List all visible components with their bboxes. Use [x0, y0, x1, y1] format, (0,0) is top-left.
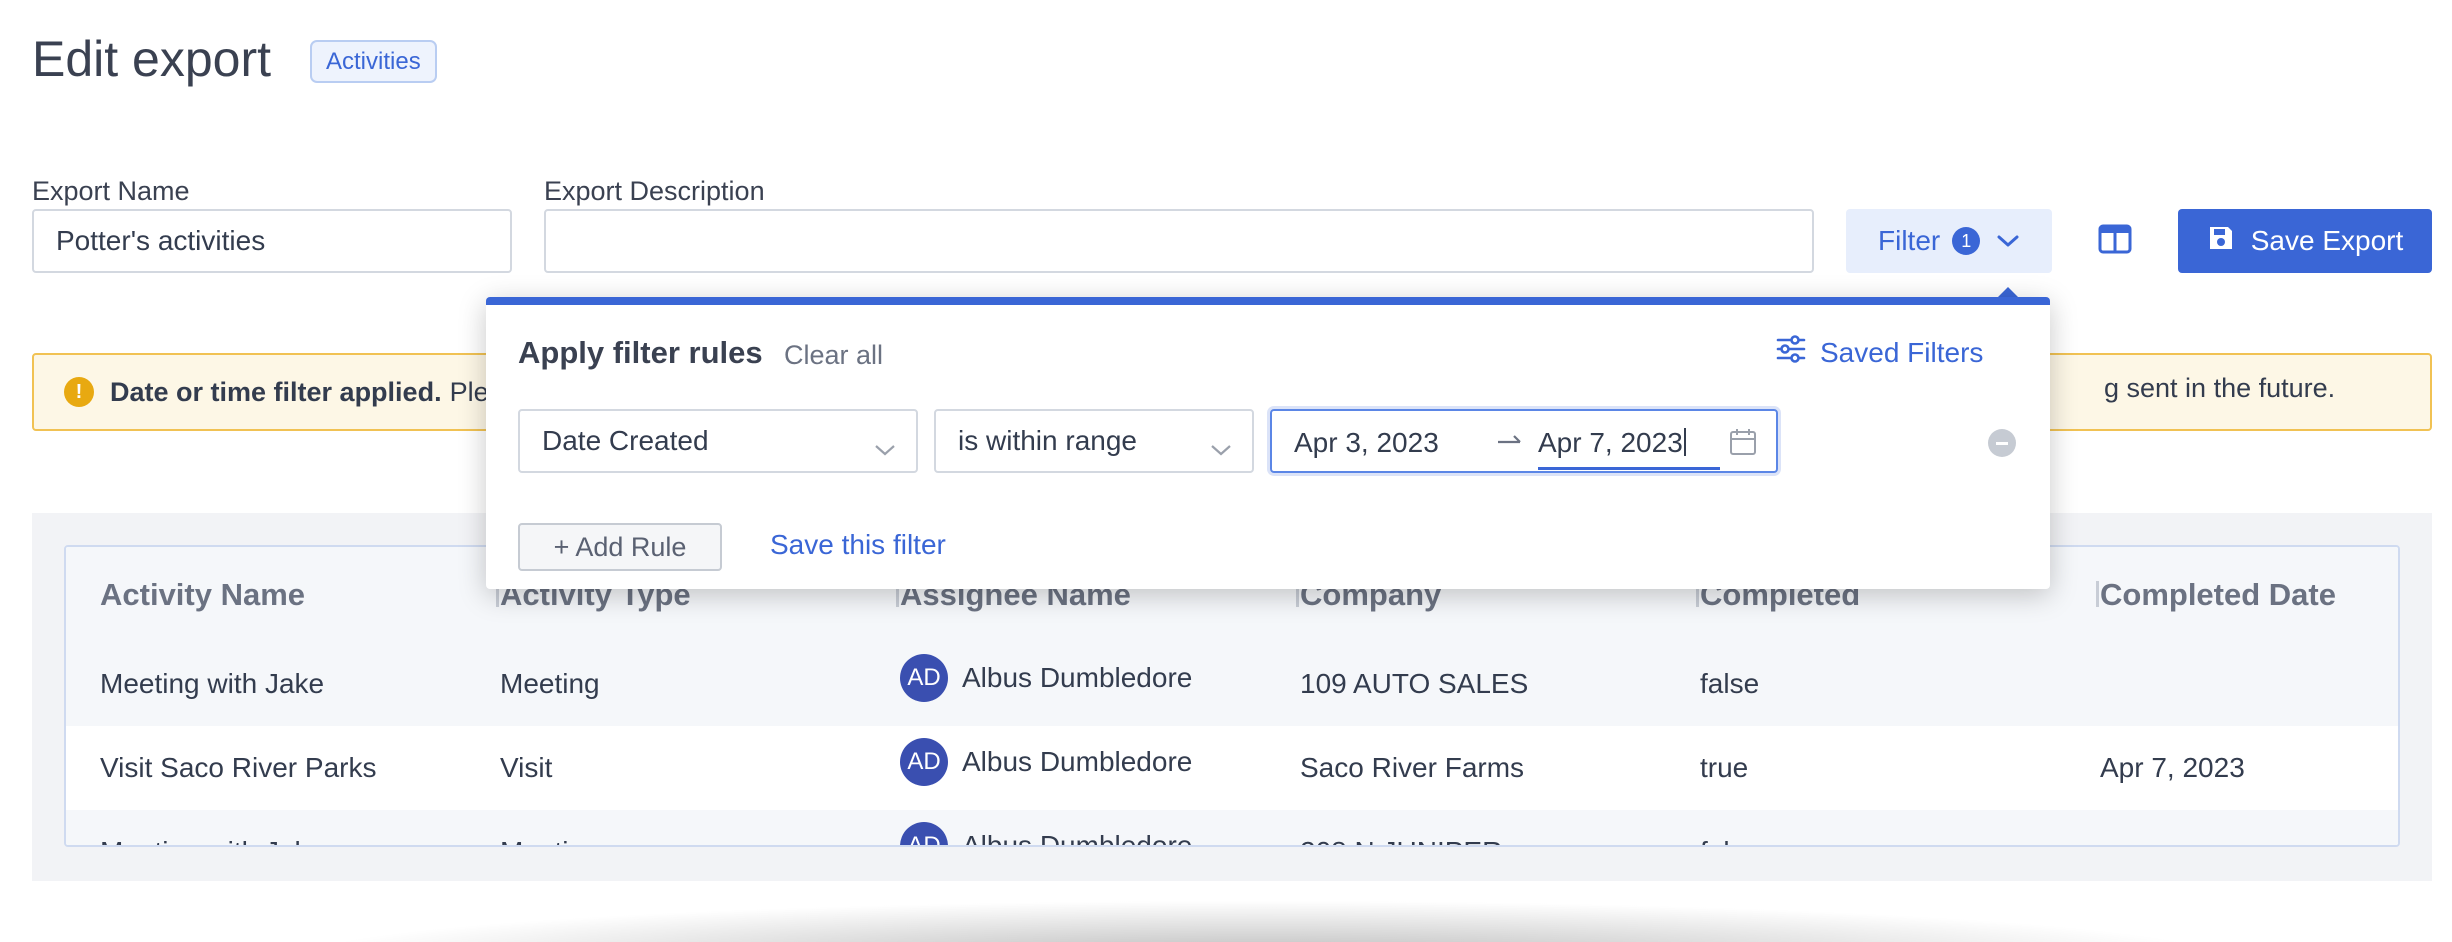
- cell-assignee: AD Albus Dumbledore: [900, 738, 1192, 786]
- chevron-down-icon: [874, 433, 896, 465]
- table-row[interactable]: Visit Saco River Parks Visit AD Albus Du…: [66, 726, 2398, 810]
- cell-completed-date: Apr 7, 2023: [2100, 752, 2245, 783]
- cell-assignee: AD Albus Dumbledore: [900, 654, 1192, 702]
- sliders-icon: [1776, 335, 1806, 370]
- cell-activity-type: Meeting: [500, 668, 600, 699]
- range-end-value: Apr 7, 2023: [1538, 427, 1683, 458]
- rule-operator-value: is within range: [958, 425, 1137, 456]
- avatar: AD: [900, 738, 948, 786]
- arrow-right-icon: [1496, 425, 1524, 462]
- saved-filters-label: Saved Filters: [1820, 336, 1984, 368]
- date-range-picker[interactable]: Apr 3, 2023 Apr 7, 2023: [1270, 409, 1778, 473]
- exclamation-circle-icon: !: [64, 377, 94, 407]
- avatar: AD: [900, 654, 948, 702]
- cell-assignee: AD Albus Dumbledore: [900, 822, 1193, 847]
- filter-popover-title: Apply filter rules: [518, 335, 763, 370]
- rule-operator-select[interactable]: is within range: [934, 409, 1254, 473]
- filter-count-badge: 1: [1952, 227, 1981, 255]
- page-title: Edit export: [32, 31, 272, 87]
- cell-activity-type: Visit: [500, 752, 553, 783]
- cell-company: Saco River Farms: [1300, 752, 1525, 783]
- floppy-disk-icon: [2207, 224, 2235, 259]
- assignee-name: Albus Dumbledore: [962, 746, 1193, 777]
- range-end-input[interactable]: Apr 7, 2023: [1538, 427, 1686, 459]
- assignee-name: Albus Dumbledore: [962, 662, 1193, 693]
- cell-completed: false: [1700, 836, 1759, 845]
- save-this-filter-link[interactable]: Save this filter: [770, 529, 946, 561]
- cell-activity-name: Visit Saco River Parks: [100, 752, 377, 783]
- rule-field-value: Date Created: [542, 425, 709, 456]
- chevron-down-icon: [1210, 433, 1232, 465]
- save-export-button[interactable]: Save Export: [2178, 209, 2432, 273]
- save-export-label: Save Export: [2250, 225, 2404, 256]
- column-resize-handle[interactable]: [2096, 581, 2099, 607]
- table-row[interactable]: Meeting with Jake Meeting AD Albus Dumbl…: [66, 810, 2398, 847]
- warning-title: Date or time filter applied.: [110, 376, 442, 407]
- active-input-indicator: [1538, 467, 1720, 470]
- chevron-down-icon: [1996, 233, 2020, 249]
- add-rule-button[interactable]: + Add Rule: [518, 523, 722, 571]
- export-description-label: Export Description: [544, 176, 765, 206]
- bottom-panel-shadow: [280, 900, 2240, 942]
- calendar-icon: [1728, 427, 1758, 464]
- cell-company: 109 AUTO SALES: [1300, 668, 1529, 699]
- column-header-activity-name[interactable]: Activity Name: [100, 577, 305, 613]
- cell-completed: true: [1700, 752, 1749, 783]
- columns-layout-icon: [2098, 224, 2132, 259]
- entity-type-badge: Activities: [310, 40, 437, 83]
- preview-table[interactable]: Activity Name Activity Type Assignee Nam…: [64, 545, 2400, 847]
- rule-field-select[interactable]: Date Created: [518, 409, 918, 473]
- export-description-input[interactable]: [544, 209, 1814, 273]
- assignee-name: Albus Dumbledore: [962, 830, 1193, 847]
- filter-popover: Apply filter rules Clear all Saved Filte…: [486, 297, 2050, 589]
- export-name-label: Export Name: [32, 176, 190, 206]
- cell-activity-type: Meeting: [500, 836, 600, 845]
- warning-text-end: g sent in the future.: [2104, 373, 2336, 403]
- avatar: AD: [900, 822, 948, 845]
- saved-filters-button[interactable]: Saved Filters: [1776, 335, 1983, 370]
- table-row[interactable]: Meeting with Jake Meeting AD Albus Dumbl…: [66, 642, 2398, 726]
- cell-completed: false: [1700, 668, 1760, 699]
- range-start-input[interactable]: Apr 3, 2023: [1294, 427, 1439, 459]
- columns-layout-button[interactable]: [2094, 220, 2136, 262]
- text-cursor: [1683, 428, 1686, 456]
- filter-button-label: Filter: [1878, 225, 1941, 256]
- cell-activity-name: Meeting with Jake: [100, 668, 325, 699]
- cell-company: 208 N JUNIPER: [1300, 836, 1502, 845]
- filter-button[interactable]: Filter 1: [1846, 209, 2052, 273]
- column-header-completed-date[interactable]: Completed Date: [2100, 577, 2336, 613]
- export-name-input[interactable]: Potter's activities: [32, 209, 512, 273]
- clear-all-link[interactable]: Clear all: [784, 340, 883, 371]
- cell-activity-name: Meeting with Jake: [100, 836, 324, 845]
- minus-circle-icon[interactable]: [1988, 429, 2016, 457]
